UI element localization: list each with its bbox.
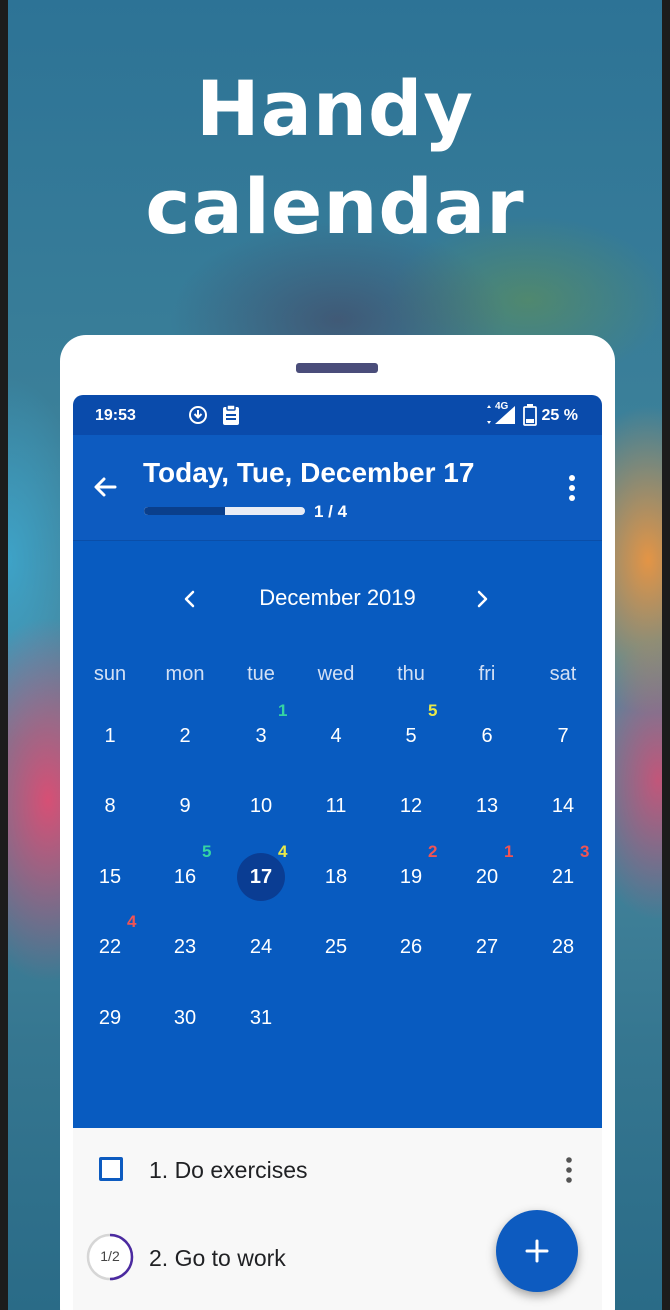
task-progress-text: 1/2: [100, 1248, 120, 1264]
calendar-day-2[interactable]: 2: [161, 712, 209, 760]
calendar-day-28[interactable]: 28: [539, 923, 587, 971]
day-progress-fill: [144, 507, 225, 515]
calendar-day-4[interactable]: 4: [312, 712, 360, 760]
day-progress-bar: [144, 507, 305, 515]
calendar-day-30[interactable]: 30: [161, 994, 209, 1042]
task-count-badge: 5: [428, 701, 438, 720]
network-type: 4G: [495, 401, 509, 412]
calendar-day-9[interactable]: 9: [161, 782, 209, 830]
weekday-thu: thu: [397, 663, 425, 685]
calendar-day-8[interactable]: 8: [86, 782, 134, 830]
task-count-badge: 1: [504, 842, 514, 861]
day-progress-text: 1 / 4: [314, 502, 348, 521]
calendar-day-1[interactable]: 1: [86, 712, 134, 760]
download-status-icon: [189, 406, 207, 424]
task-item[interactable]: 1. Do exercises: [73, 1128, 602, 1208]
calendar-day-11[interactable]: 11: [312, 782, 360, 830]
calendar-day-31[interactable]: 31: [237, 994, 285, 1042]
task-count-badge: 2: [428, 842, 438, 861]
headline-line-2: calendar: [145, 162, 525, 251]
calendar-day-29[interactable]: 29: [86, 994, 134, 1042]
phone-screen: 19:53 4G 25 % Today, Tue, December 17 1 …: [73, 395, 602, 1310]
app-bar: Today, Tue, December 17 1 / 4: [73, 435, 602, 541]
task-count-badge: 1: [278, 701, 288, 720]
more-vertical-icon[interactable]: [564, 473, 580, 503]
clipboard-status-icon: [223, 404, 239, 425]
weekday-sun: sun: [93, 663, 127, 685]
add-task-button[interactable]: [496, 1210, 578, 1292]
calendar-day-25[interactable]: 25: [312, 923, 360, 971]
headline-line-1: Handy: [196, 64, 474, 153]
page-title: Today, Tue, December 17: [143, 457, 475, 488]
battery-icon: [523, 404, 537, 426]
task-label: 1. Do exercises: [149, 1157, 308, 1183]
weekday-tue: tue: [247, 663, 275, 685]
month-label: December 2019: [259, 585, 416, 610]
status-bar: 19:53 4G 25 %: [73, 395, 602, 435]
task-count-badge: 5: [202, 842, 212, 861]
weekday-wed: wed: [317, 663, 355, 685]
calendar-day-6[interactable]: 6: [463, 712, 511, 760]
month-calendar: December 2019 sun mon tue wed thu fri sa…: [73, 541, 602, 1128]
more-vertical-icon[interactable]: [562, 1155, 576, 1185]
status-time: 19:53: [95, 407, 136, 424]
task-count-badge: 3: [580, 842, 590, 861]
phone-frame: 19:53 4G 25 % Today, Tue, December 17 1 …: [60, 335, 615, 1310]
month-navigation: December 2019: [73, 579, 602, 619]
calendar-day-26[interactable]: 26: [387, 923, 435, 971]
battery-percent: 25 %: [541, 407, 578, 424]
calendar-day-15[interactable]: 15: [86, 853, 134, 901]
back-arrow-icon[interactable]: [89, 471, 121, 503]
weekday-fri: fri: [478, 663, 496, 685]
calendar-day-12[interactable]: 12: [387, 782, 435, 830]
calendar-day-18[interactable]: 18: [312, 853, 360, 901]
plus-icon: [525, 1239, 549, 1263]
task-checkbox[interactable]: [99, 1157, 123, 1181]
weekday-sat: sat: [549, 663, 577, 685]
weekday-mon: mon: [165, 663, 205, 685]
calendar-day-23[interactable]: 23: [161, 923, 209, 971]
task-count-badge: 4: [127, 912, 137, 931]
calendar-day-7[interactable]: 7: [539, 712, 587, 760]
promo-headline: Handy calendar: [0, 60, 670, 256]
phone-speaker: [296, 363, 378, 373]
chevron-right-icon[interactable]: [469, 585, 495, 613]
calendar-day-14[interactable]: 14: [539, 782, 587, 830]
calendar-day-13[interactable]: 13: [463, 782, 511, 830]
task-count-badge: 4: [278, 842, 288, 861]
calendar-day-10[interactable]: 10: [237, 782, 285, 830]
calendar-day-27[interactable]: 27: [463, 923, 511, 971]
task-label: 2. Go to work: [149, 1245, 286, 1271]
calendar-day-24[interactable]: 24: [237, 923, 285, 971]
